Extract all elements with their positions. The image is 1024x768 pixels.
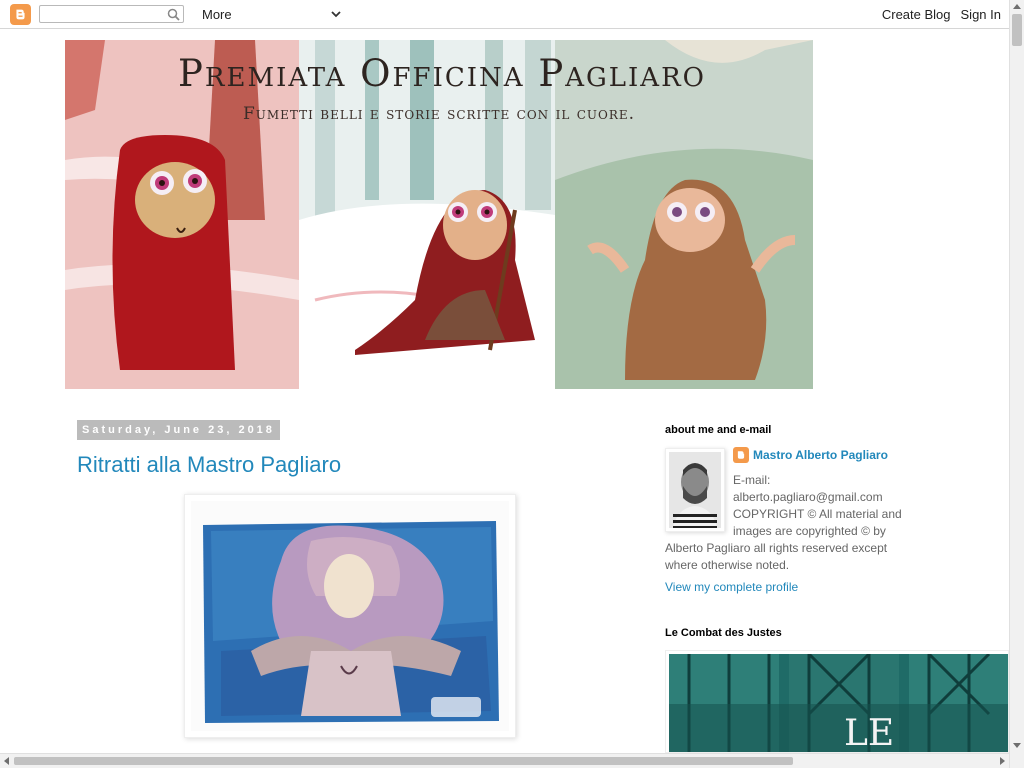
profile-text-line: images are copyrighted © by [733,524,886,538]
combat-widget-title: Le Combat des Justes [665,627,782,639]
view-profile-link[interactable]: View my complete profile [665,580,798,594]
create-blog-link[interactable]: Create Blog [882,7,951,22]
more-menu-label[interactable]: More [202,7,232,22]
blog-search-box [39,5,184,23]
scroll-down-icon[interactable] [1013,743,1021,748]
profile-name-link[interactable]: Mastro Alberto Pagliaro [753,448,888,462]
scroll-left-icon[interactable] [4,757,9,765]
blogger-logo-icon[interactable] [10,4,31,25]
horizontal-scrollbar[interactable] [0,753,1009,768]
about-widget-title: about me and e-mail [665,424,772,436]
vertical-scroll-thumb[interactable] [1012,14,1022,46]
profile-text-line: Alberto Pagliaro all rights reserved exc… [665,541,888,555]
blog-search-input[interactable] [44,8,164,22]
chevron-down-icon[interactable] [330,8,342,20]
blog-header-banner[interactable]: Premiata Officina Pagliaro Fumetti belli… [65,40,813,389]
sign-in-link[interactable]: Sign In [961,7,1001,22]
blog-tagline: Fumetti belli e storie scritte con il cu… [242,104,636,124]
profile-text-line: where otherwise noted. [665,558,790,572]
vertical-scrollbar[interactable] [1009,0,1024,768]
combat-cover-text: LE [844,713,895,753]
profile-text-line: E-mail: [733,473,771,487]
blog-title[interactable]: Premiata Officina Pagliaro [68,52,813,95]
scroll-up-icon[interactable] [1013,4,1021,9]
profile-text-line: COPYRIGHT © All material and [733,507,902,521]
post-date-header: Saturday, June 23, 2018 [77,420,280,440]
horizontal-scroll-thumb[interactable] [14,757,793,765]
portrait-illustration [191,501,509,731]
combat-cover-illustration [669,654,1008,752]
scroll-right-icon[interactable] [1000,757,1005,765]
post-title-link[interactable]: Ritratti alla Mastro Pagliaro [77,452,341,478]
post-image[interactable] [184,494,516,738]
search-icon[interactable] [167,8,180,21]
profile-description: E-mail: alberto.pagliaro@gmail.com COPYR… [665,472,910,574]
blogger-profile-icon [733,447,749,463]
profile-email: alberto.pagliaro@gmail.com [733,490,883,504]
combat-book-image[interactable]: LE [665,650,1009,753]
blogger-navbar: More Create Blog Sign In [0,0,1024,29]
